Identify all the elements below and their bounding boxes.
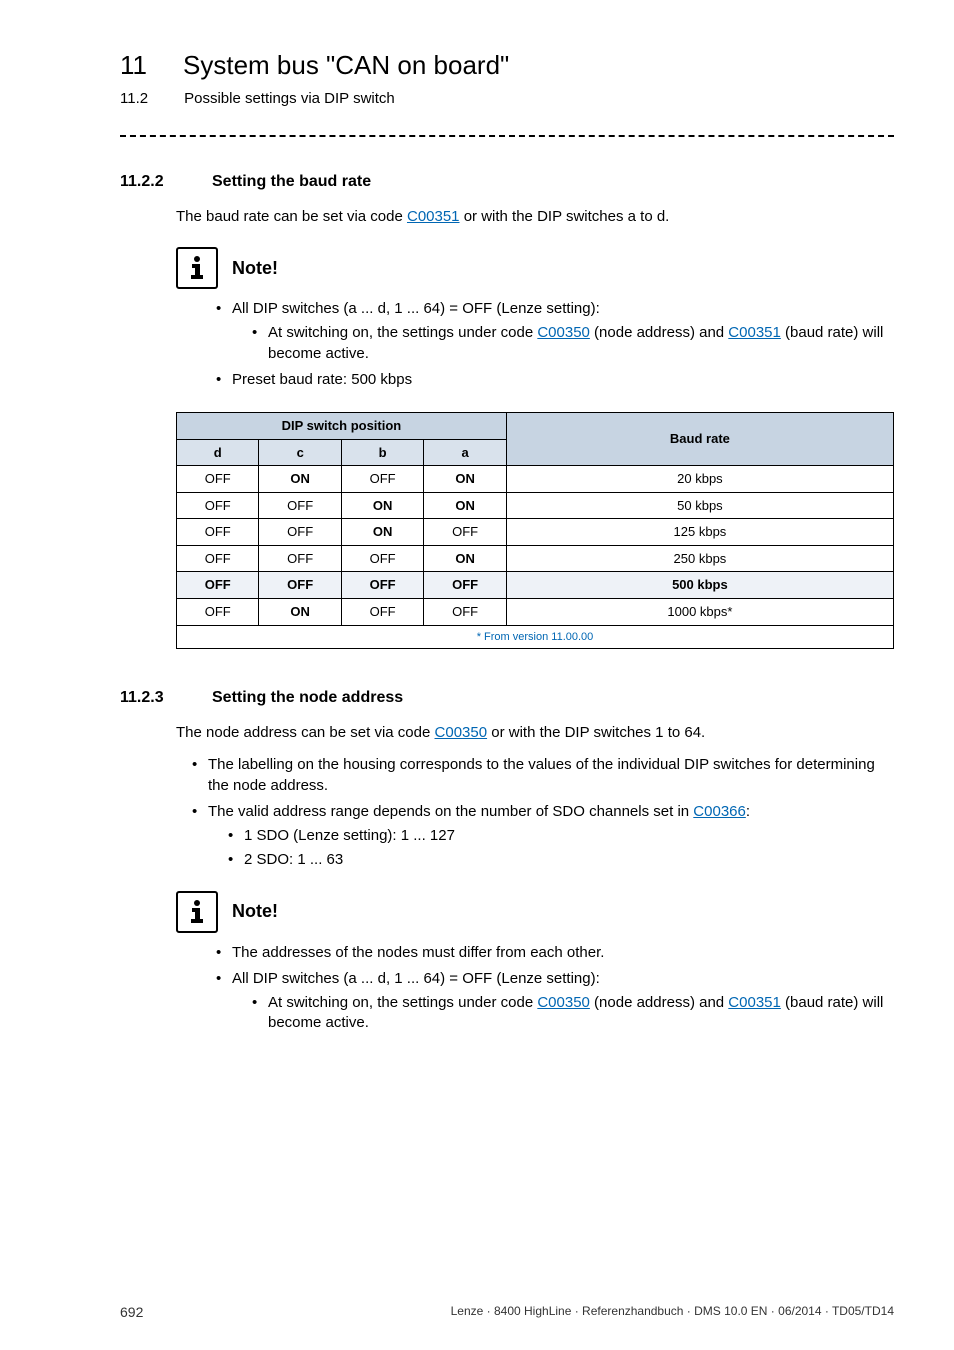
table-cell: ON [259,466,341,493]
section-intro: The node address can be set via code C00… [176,723,894,743]
section-title: Setting the node address [212,687,403,709]
table-cell-rate: 500 kbps [506,572,893,599]
table-col-header: d [177,439,259,466]
table-row: OFFONOFFON20 kbps [177,466,894,493]
table-col-header: b [341,439,423,466]
separator-line [120,135,894,137]
table-cell: OFF [424,519,506,546]
list-item: All DIP switches (a ... d, 1 ... 64) = O… [216,299,894,364]
table-cell-rate: 1000 kbps* [506,599,893,626]
code-link[interactable]: C00366 [693,803,746,820]
table-row: OFFOFFOFFON250 kbps [177,545,894,572]
note-box: Note! [176,247,894,289]
note-box: Note! [176,891,894,933]
note-label: Note! [232,899,278,923]
note-label: Note! [232,256,278,280]
subchapter-heading: 11.2 Possible settings via DIP switch [120,89,894,109]
chapter-number: 11 [120,48,147,83]
table-cell: ON [424,466,506,493]
table-cell: OFF [259,545,341,572]
table-row: OFFOFFOFFOFF500 kbps [177,572,894,599]
table-cell: OFF [341,599,423,626]
list-item: Preset baud rate: 500 kbps [216,370,894,390]
info-icon [176,891,218,933]
subchapter-title: Possible settings via DIP switch [184,89,395,109]
section-bullet-list: The labelling on the housing corresponds… [192,755,894,870]
info-icon [176,247,218,289]
code-link[interactable]: C00350 [537,324,590,341]
table-cell: OFF [341,466,423,493]
table-cell: ON [341,492,423,519]
table-cell: ON [259,599,341,626]
section-heading: 11.2.2 Setting the baud rate [120,171,894,193]
table-cell: OFF [341,572,423,599]
table-col-header: c [259,439,341,466]
section-heading: 11.2.3 Setting the node address [120,687,894,709]
baud-rate-table: DIP switch position Baud rate d c b a OF… [176,412,894,649]
table-header: Baud rate [506,413,893,466]
table-row: OFFONOFFOFF1000 kbps* [177,599,894,626]
table-cell-rate: 50 kbps [506,492,893,519]
chapter-title: System bus "CAN on board" [183,48,509,83]
table-cell: ON [341,519,423,546]
table-cell: OFF [424,599,506,626]
list-item: At switching on, the settings under code… [252,323,894,364]
table-col-header: a [424,439,506,466]
section-intro: The baud rate can be set via code C00351… [176,207,894,227]
list-item: The addresses of the nodes must differ f… [216,943,894,963]
table-cell: OFF [177,466,259,493]
page-footer: 692 Lenze · 8400 HighLine · Referenzhand… [120,1303,894,1322]
table-cell: ON [424,545,506,572]
list-item: The labelling on the housing corresponds… [192,755,894,796]
list-item: The valid address range depends on the n… [192,802,894,871]
code-link[interactable]: C00350 [537,994,590,1011]
section-number: 11.2.2 [120,171,176,193]
table-cell-rate: 125 kbps [506,519,893,546]
table-cell: OFF [424,572,506,599]
intro-text: or with the DIP switches a to d. [460,208,670,225]
table-cell: OFF [259,519,341,546]
note-bullet-list: All DIP switches (a ... d, 1 ... 64) = O… [216,299,894,390]
footer-doc-info: Lenze · 8400 HighLine · Referenzhandbuch… [451,1303,894,1322]
table-row: OFFOFFONON50 kbps [177,492,894,519]
table-cell: ON [424,492,506,519]
table-cell: OFF [177,492,259,519]
table-cell: OFF [259,572,341,599]
table-cell: OFF [177,545,259,572]
table-cell-rate: 20 kbps [506,466,893,493]
list-item: 1 SDO (Lenze setting): 1 ... 127 [228,826,894,846]
table-cell-rate: 250 kbps [506,545,893,572]
code-link[interactable]: C00351 [407,208,460,225]
table-cell: OFF [177,572,259,599]
code-link[interactable]: C00351 [728,994,781,1011]
list-item: At switching on, the settings under code… [252,993,894,1034]
section-number: 11.2.3 [120,687,176,709]
intro-text: The baud rate can be set via code [176,208,407,225]
list-item: 2 SDO: 1 ... 63 [228,850,894,870]
table-header: DIP switch position [177,413,507,440]
code-link[interactable]: C00351 [728,324,781,341]
table-cell: OFF [177,599,259,626]
chapter-heading: 11 System bus "CAN on board" [120,48,894,83]
page-number: 692 [120,1303,143,1322]
table-cell: OFF [177,519,259,546]
note-bullet-list: The addresses of the nodes must differ f… [216,943,894,1034]
list-item: All DIP switches (a ... d, 1 ... 64) = O… [216,969,894,1034]
table-cell: OFF [259,492,341,519]
table-cell: OFF [341,545,423,572]
code-link[interactable]: C00350 [435,724,488,741]
table-row: OFFOFFONOFF125 kbps [177,519,894,546]
table-footnote: * From version 11.00.00 [177,625,894,649]
section-title: Setting the baud rate [212,171,371,193]
subchapter-number: 11.2 [120,89,148,109]
